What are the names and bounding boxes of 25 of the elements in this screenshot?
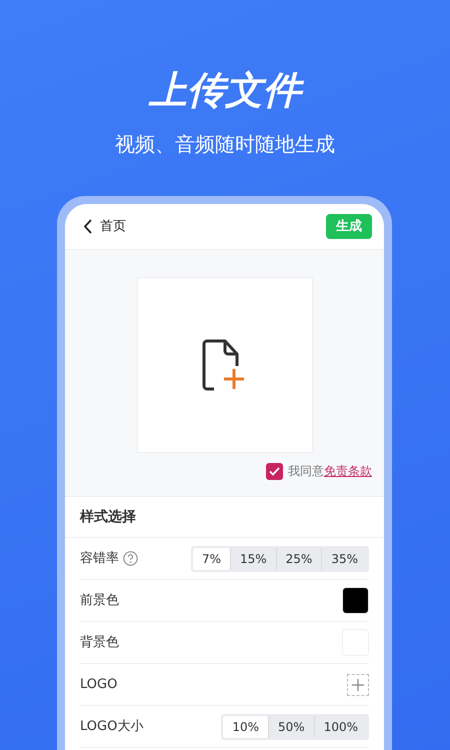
segment-option[interactable]: 50%	[268, 716, 314, 738]
add-logo-button[interactable]	[347, 674, 369, 696]
check-icon	[269, 466, 280, 476]
setting-label: LOGO	[80, 676, 118, 694]
agree-checkbox[interactable]	[266, 462, 283, 480]
agreement-text: 我同意免责条款	[288, 463, 372, 480]
section-title: 样式选择	[80, 508, 136, 526]
setting-label: 背景色	[80, 634, 119, 652]
headline: 上传文件	[0, 66, 450, 114]
setting-label: LOGO大小	[80, 718, 144, 736]
segment-option[interactable]: 100%	[314, 716, 367, 738]
setting-label: 前景色	[80, 592, 119, 610]
segment-option[interactable]: 15%	[230, 548, 276, 570]
segment-option[interactable]: 25%	[276, 548, 322, 570]
setting-label: 容错率	[80, 550, 119, 568]
plus-icon	[352, 678, 364, 690]
segment-option[interactable]: 10%	[223, 716, 268, 738]
subheadline: 视频、音频随时随地生成	[114, 131, 336, 158]
segment-option[interactable]: 7%	[192, 548, 230, 570]
back-link[interactable]: 首页	[100, 216, 126, 236]
segment-option[interactable]: 35%	[321, 548, 367, 570]
terms-link[interactable]: 免责条款	[324, 464, 372, 478]
color-swatch[interactable]	[342, 587, 369, 614]
help-icon[interactable]	[123, 551, 138, 566]
back-icon[interactable]	[83, 219, 92, 234]
